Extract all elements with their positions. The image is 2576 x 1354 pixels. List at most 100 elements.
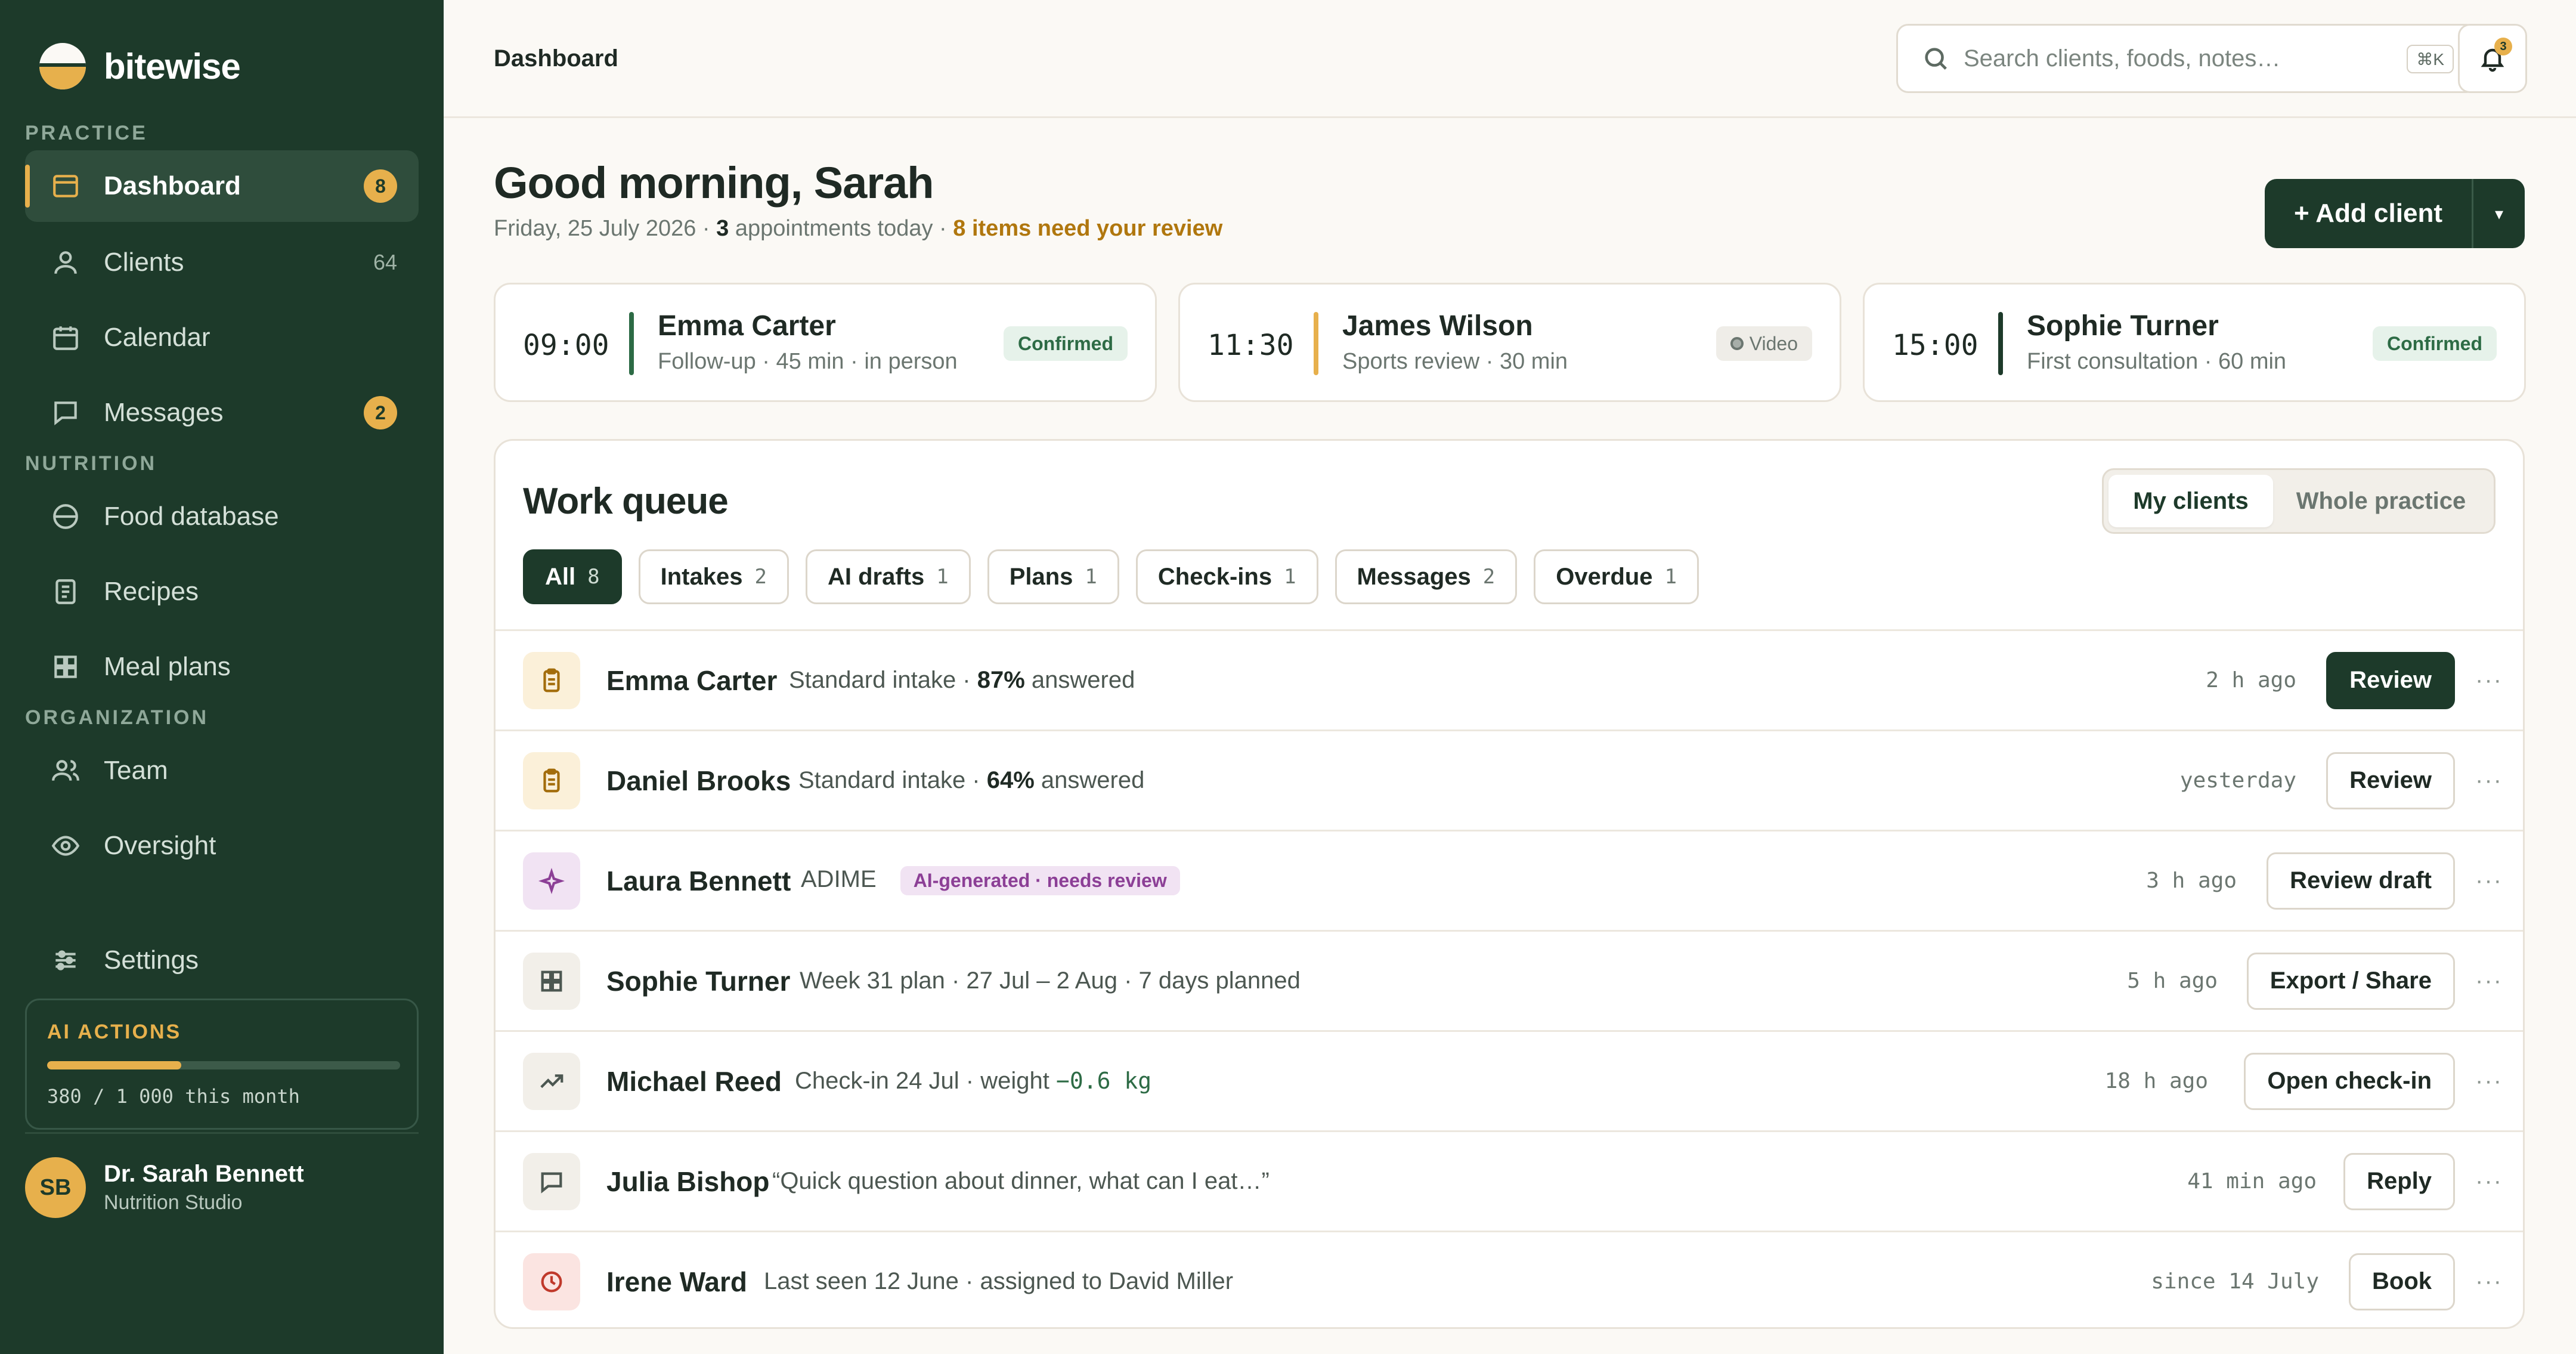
open-check-in-button[interactable]: Open check-in xyxy=(2244,1052,2455,1110)
chip-label: Intakes xyxy=(660,563,743,590)
more-icon[interactable]: ··· xyxy=(2475,1068,2503,1095)
sidebar-item-label: Oversight xyxy=(104,831,216,860)
row-client-name[interactable]: Michael Reed xyxy=(606,1065,782,1098)
table-row[interactable]: Julia Bishop “Quick question about dinne… xyxy=(496,1130,2523,1231)
row-client-name[interactable]: Emma Carter xyxy=(606,664,777,697)
app-name: bitewise xyxy=(104,46,241,86)
row-description: ADIME AI-generated · needs review xyxy=(801,866,1180,895)
row-description-text: Standard intake · xyxy=(798,767,987,793)
review-button[interactable]: Review xyxy=(2326,651,2455,709)
user-org: Nutrition Studio xyxy=(104,1191,243,1214)
sidebar: bitewise PRACTICE Dashboard 8 Clients 64… xyxy=(0,0,444,1354)
filter-intakes[interactable]: Intakes 2 xyxy=(638,549,789,604)
more-icon[interactable]: ··· xyxy=(2475,867,2503,894)
reply-button[interactable]: Reply xyxy=(2343,1152,2455,1210)
ai-actions-title: AI ACTIONS xyxy=(47,1021,182,1043)
chip-label: Plans xyxy=(1009,563,1073,590)
work-queue: Work queue My clients Whole practice All… xyxy=(494,439,2525,1329)
sidebar-item-settings[interactable]: Settings xyxy=(25,925,419,996)
appointment-detail: Follow-up · 45 min · in person xyxy=(658,349,958,374)
row-time: 18 h ago xyxy=(2104,1069,2208,1093)
review-button[interactable]: Review xyxy=(2326,752,2455,809)
table-row[interactable]: Michael Reed Check-in 24 Jul · weight −0… xyxy=(496,1030,2523,1130)
search-box[interactable]: ⌘K xyxy=(1896,24,2478,93)
more-icon[interactable]: ··· xyxy=(2475,667,2503,694)
sidebar-item-meal-plans[interactable]: Meal plans xyxy=(25,631,419,703)
appointment-card[interactable]: 09:00 Emma Carter Follow-up · 45 min · i… xyxy=(494,283,1157,402)
status-badge: Confirmed xyxy=(1004,326,1128,361)
add-client-menu-button[interactable]: ▾ xyxy=(2473,179,2525,248)
status-badge: Confirmed xyxy=(2373,326,2497,361)
table-row[interactable]: Emma Carter Standard intake · 87% answer… xyxy=(496,629,2523,729)
table-row[interactable]: Irene Ward Last seen 12 June · assigned … xyxy=(496,1231,2523,1327)
sidebar-item-recipes[interactable]: Recipes xyxy=(25,556,419,627)
filter-check-ins[interactable]: Check-ins 1 xyxy=(1135,549,1318,604)
chip-label: Check-ins xyxy=(1157,563,1272,590)
search-icon xyxy=(1925,48,1947,70)
more-icon[interactable]: ··· xyxy=(2475,1268,2503,1295)
video-icon xyxy=(1730,337,1744,350)
recipe-icon xyxy=(49,575,82,608)
greeting-date: Friday, 25 July 2026 · xyxy=(494,216,717,241)
grid-icon xyxy=(523,952,580,1010)
sidebar-item-oversight[interactable]: Oversight xyxy=(25,810,419,882)
row-description: “Quick question about dinner, what can I… xyxy=(772,1168,1270,1194)
filter-ai-drafts[interactable]: AI drafts 1 xyxy=(805,549,971,604)
sidebar-item-calendar[interactable]: Calendar xyxy=(25,302,419,373)
row-description-text: Check-in 24 Jul · weight xyxy=(795,1068,1056,1094)
row-client-name[interactable]: Irene Ward xyxy=(606,1266,747,1298)
filter-all[interactable]: All 8 xyxy=(523,549,622,604)
status-badge-label: Video xyxy=(1749,332,1798,354)
appointment-card[interactable]: 11:30 James Wilson Sports review · 30 mi… xyxy=(1178,283,1841,402)
chip-label: Overdue xyxy=(1556,563,1653,590)
table-row[interactable]: Laura Bennett ADIME AI-generated · needs … xyxy=(496,830,2523,930)
row-time: yesterday xyxy=(2179,768,2296,793)
page-title: Good morning, Sarah xyxy=(494,158,934,208)
sidebar-item-messages[interactable]: Messages 2 xyxy=(25,377,419,449)
filter-messages[interactable]: Messages 2 xyxy=(1335,549,1518,604)
row-client-name[interactable]: Sophie Turner xyxy=(606,965,790,997)
sidebar-item-dashboard[interactable]: Dashboard 8 xyxy=(25,150,419,222)
filter-plans[interactable]: Plans 1 xyxy=(987,549,1119,604)
user-profile[interactable]: SB Dr. Sarah Bennett Nutrition Studio xyxy=(25,1157,304,1218)
export-share-button[interactable]: Export / Share xyxy=(2246,952,2455,1010)
clients-count: 64 xyxy=(373,250,397,274)
review-link[interactable]: 8 items need your review xyxy=(953,216,1222,241)
add-client-button[interactable]: + Add client xyxy=(2265,179,2473,248)
search-input[interactable] xyxy=(1964,45,2357,72)
appointment-card[interactable]: 15:00 Sophie Turner First consultation ·… xyxy=(1863,283,2526,402)
row-client-name[interactable]: Daniel Brooks xyxy=(606,765,791,797)
status-badge: Video xyxy=(1716,326,1812,361)
row-time: 41 min ago xyxy=(2187,1169,2317,1194)
review-draft-button[interactable]: Review draft xyxy=(2267,852,2455,910)
table-row[interactable]: Sophie Turner Week 31 plan · 27 Jul – 2 … xyxy=(496,930,2523,1030)
appointment-accent-bar xyxy=(629,312,634,375)
chip-count: 1 xyxy=(1664,565,1677,589)
calendar-icon xyxy=(49,321,82,354)
ai-actions-card: AI ACTIONS 380 / 1 000 this month xyxy=(25,999,419,1130)
breadcrumb: Dashboard xyxy=(494,45,618,72)
clipboard-icon xyxy=(523,752,580,809)
logo[interactable]: bitewise xyxy=(39,43,241,89)
eye-icon xyxy=(49,829,82,863)
sidebar-item-clients[interactable]: Clients 64 xyxy=(25,227,419,298)
notifications-button[interactable]: 3 xyxy=(2458,24,2527,93)
sidebar-item-label: Dashboard xyxy=(104,171,241,200)
row-client-name[interactable]: Julia Bishop xyxy=(606,1166,769,1198)
sidebar-item-team[interactable]: Team xyxy=(25,735,419,806)
more-icon[interactable]: ··· xyxy=(2475,1168,2503,1195)
trend-icon xyxy=(523,1052,580,1110)
filter-overdue[interactable]: Overdue 1 xyxy=(1534,549,1699,604)
more-icon[interactable]: ··· xyxy=(2475,767,2503,794)
row-description-text: Standard intake · xyxy=(789,667,977,693)
appointment-client: Sophie Turner xyxy=(2027,310,2219,342)
book-button[interactable]: Book xyxy=(2349,1253,2455,1310)
row-client-name[interactable]: Laura Bennett xyxy=(606,865,791,897)
row-time: 2 h ago xyxy=(2206,668,2296,693)
sidebar-item-food-database[interactable]: Food database xyxy=(25,481,419,552)
scope-whole-practice[interactable]: Whole practice xyxy=(2273,475,2489,527)
table-row[interactable]: Daniel Brooks Standard intake · 64% answ… xyxy=(496,729,2523,830)
more-icon[interactable]: ··· xyxy=(2475,967,2503,994)
greeting-subline: Friday, 25 July 2026 · 3 appointments to… xyxy=(494,216,1222,242)
scope-my-clients[interactable]: My clients xyxy=(2109,475,2273,527)
